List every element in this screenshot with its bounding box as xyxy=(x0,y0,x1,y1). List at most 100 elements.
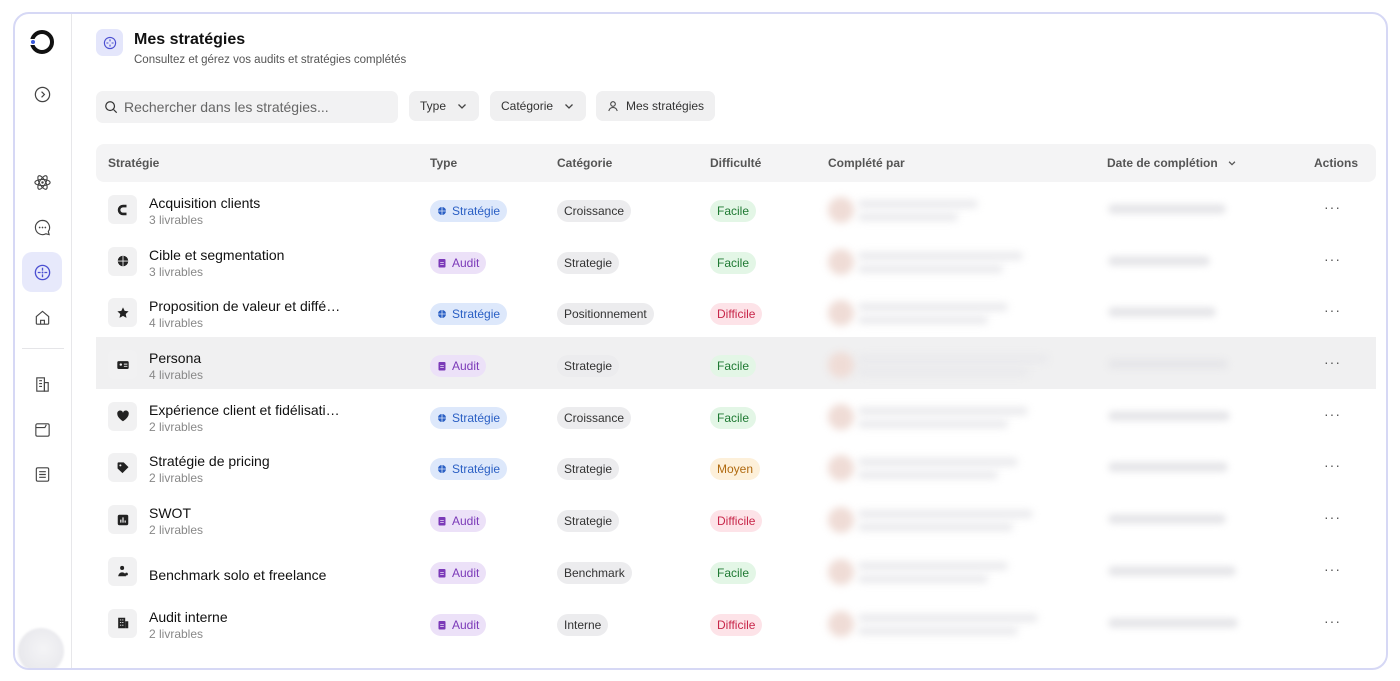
completed-by-redacted xyxy=(828,402,1028,432)
table-row[interactable]: Benchmark solo et freelance Audit Benchmar… xyxy=(96,544,1376,596)
type-badge: Audit xyxy=(430,251,487,274)
type-badge-label: Stratégie xyxy=(452,462,501,477)
redacted-name xyxy=(858,613,1038,622)
table-row[interactable]: Cible et segmentation 3 livrables Audit Str… xyxy=(96,234,1376,286)
my-strategies-filter-button[interactable]: Mes stratégies xyxy=(596,91,716,121)
sidebar-item-atom[interactable] xyxy=(22,162,62,202)
chevron-right-circle-icon xyxy=(34,86,50,102)
sidebar-item-list[interactable] xyxy=(22,454,62,494)
col-header-difficulty[interactable]: Difficulté xyxy=(710,156,761,170)
strategy-name[interactable]: Persona xyxy=(149,350,201,366)
table-row[interactable]: Acquisition clients 3 livrables Stratégie C… xyxy=(96,182,1376,234)
sidebar-expand-button[interactable] xyxy=(22,74,62,114)
col-header-date-label: Date de complétion xyxy=(1107,156,1218,170)
completed-by-redacted xyxy=(828,505,1033,535)
redacted-name xyxy=(858,510,1033,519)
folder-icon xyxy=(34,422,50,437)
strategy-name[interactable]: Stratégie de pricing xyxy=(149,453,270,469)
row-actions-button[interactable]: ··· xyxy=(1324,406,1341,422)
category-badge: Strategie xyxy=(557,458,620,481)
redacted-email xyxy=(858,213,958,221)
row-actions-button[interactable]: ··· xyxy=(1324,354,1341,370)
building-icon xyxy=(35,376,49,392)
completion-date-redacted xyxy=(1108,462,1228,473)
app-logo-icon[interactable] xyxy=(28,28,56,56)
deliverables-count: 2 livrables xyxy=(149,419,204,434)
strategy-name[interactable]: Acquisition clients xyxy=(149,195,260,211)
row-actions-button[interactable]: ··· xyxy=(1324,561,1341,577)
search-icon xyxy=(105,101,118,114)
star-icon xyxy=(116,307,129,318)
table-row[interactable]: Audit interne 2 livrables Audit Interne Diff… xyxy=(96,596,1376,648)
sidebar-divider xyxy=(22,348,64,349)
row-actions-button[interactable]: ··· xyxy=(1324,302,1341,318)
search-box[interactable] xyxy=(96,91,398,123)
user-avatar[interactable] xyxy=(18,628,64,668)
sidebar-item-folder[interactable] xyxy=(22,409,62,449)
type-badge: Stratégie xyxy=(430,458,508,481)
sidebar-item-home[interactable] xyxy=(22,297,62,337)
sidebar-item-company[interactable] xyxy=(22,364,62,404)
strategy-icon xyxy=(108,195,137,224)
redacted-email xyxy=(858,626,1018,635)
table-row[interactable]: SWOT 2 livrables Audit Strategie Difficile ··… xyxy=(96,492,1376,544)
row-actions-button[interactable]: ··· xyxy=(1324,457,1341,473)
page-icon xyxy=(96,29,123,56)
completion-date-redacted xyxy=(1108,359,1228,370)
avatar xyxy=(828,197,854,223)
deliverables-count: 2 livrables xyxy=(149,523,204,538)
col-header-type[interactable]: Type xyxy=(430,156,457,170)
avatar xyxy=(828,507,854,534)
strategies-table: Stratégie Type Catégorie Difficulté Comp… xyxy=(96,144,1376,647)
strategy-name[interactable]: Audit interne xyxy=(149,609,228,625)
strategy-name[interactable]: Expérience client et fidélisati… xyxy=(149,402,340,418)
category-badge: Strategie xyxy=(557,510,620,533)
col-header-actions: Actions xyxy=(1314,156,1359,170)
redacted-name xyxy=(858,458,1018,467)
user-icon xyxy=(608,101,618,112)
row-actions-button[interactable]: ··· xyxy=(1324,613,1341,629)
search-input[interactable] xyxy=(124,99,384,115)
category-filter-button[interactable]: Catégorie xyxy=(490,91,587,121)
redacted-name xyxy=(858,251,1023,260)
sidebar-item-chat[interactable] xyxy=(22,207,62,247)
col-header-category[interactable]: Catégorie xyxy=(557,156,612,170)
table-row[interactable]: Proposition de valeur et diffé… 4 livrabl… xyxy=(96,285,1376,337)
table-row[interactable]: Persona 4 livrables Audit Strategie Facile ··… xyxy=(96,337,1376,389)
completed-by-redacted xyxy=(828,195,1026,225)
globe-icon xyxy=(438,465,446,474)
redacted-email xyxy=(858,264,1003,273)
row-actions-button[interactable]: ··· xyxy=(1324,509,1341,525)
strategy-name[interactable]: Proposition de valeur et diffé… xyxy=(149,298,340,314)
strategy-icon xyxy=(108,298,137,328)
strategy-icon xyxy=(108,505,137,535)
strategy-name[interactable]: Benchmark solo et freelance xyxy=(149,567,326,583)
type-badge-label: Stratégie xyxy=(452,410,501,425)
strategy-name[interactable]: SWOT xyxy=(149,505,191,521)
deliverables-count: 2 livrables xyxy=(149,626,204,641)
col-header-date[interactable]: Date de complétion xyxy=(1107,156,1237,170)
col-header-strategy[interactable]: Stratégie xyxy=(108,156,159,170)
row-actions-button[interactable]: ··· xyxy=(1324,251,1341,267)
table-row[interactable]: Stratégie de pricing 2 livrables Stratégie… xyxy=(96,440,1376,492)
completion-date-redacted xyxy=(1108,410,1230,421)
category-badge: Croissance xyxy=(557,406,632,429)
strategy-icon xyxy=(108,453,137,483)
deliverables-count: 2 livrables xyxy=(149,471,204,486)
compass-icon xyxy=(103,36,116,49)
type-filter-button[interactable]: Type xyxy=(409,91,480,121)
grid-chart-icon xyxy=(117,514,128,525)
clipboard-icon xyxy=(438,362,446,371)
type-badge: Stratégie xyxy=(430,200,508,222)
person-icon xyxy=(117,566,128,577)
difficulty-badge: Difficile xyxy=(710,613,763,636)
completion-date-redacted xyxy=(1108,204,1226,214)
col-header-completed-by[interactable]: Complété par xyxy=(828,156,905,170)
table-row[interactable]: Expérience client et fidélisati… 2 livrab… xyxy=(96,389,1376,441)
row-actions-button[interactable]: ··· xyxy=(1324,199,1341,215)
clipboard-icon xyxy=(438,258,446,268)
strategy-icon xyxy=(108,246,137,276)
difficulty-badge: Facile xyxy=(710,200,757,222)
sidebar-item-strategies[interactable] xyxy=(22,252,62,292)
strategy-name[interactable]: Cible et segmentation xyxy=(149,247,284,263)
